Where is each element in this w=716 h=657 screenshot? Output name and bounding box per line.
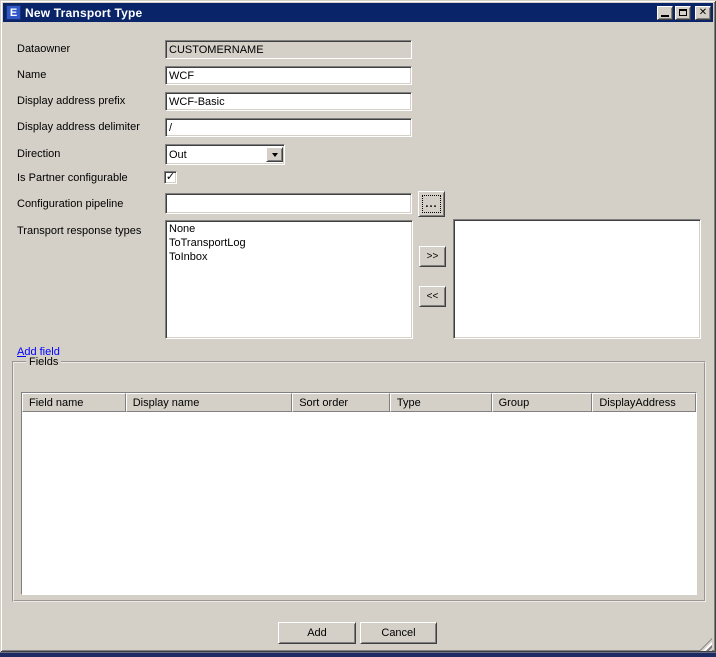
display-address-prefix-field[interactable] xyxy=(165,92,412,111)
dataowner-label: Dataowner xyxy=(17,43,70,55)
name-label: Name xyxy=(17,69,46,81)
maximize-button[interactable] xyxy=(675,6,691,20)
column-header-display-address[interactable]: DisplayAddress xyxy=(592,393,696,412)
move-right-button[interactable]: >> xyxy=(419,246,446,267)
fields-groupbox-title: Fields xyxy=(26,356,61,368)
is-partner-configurable-checkbox[interactable]: ✓ xyxy=(164,171,177,184)
transport-response-types-label: Transport response types xyxy=(17,225,141,237)
display-address-prefix-label: Display address prefix xyxy=(17,95,125,107)
configuration-pipeline-label: Configuration pipeline xyxy=(17,198,123,210)
column-header-sort-order[interactable]: Sort order xyxy=(292,393,390,412)
configuration-pipeline-field[interactable] xyxy=(165,193,412,214)
direction-label: Direction xyxy=(17,148,60,160)
fields-table-body[interactable] xyxy=(22,412,696,594)
desktop-background-strip xyxy=(0,652,716,657)
resize-grip-icon[interactable] xyxy=(699,638,712,651)
display-address-delimiter-field[interactable] xyxy=(165,118,412,137)
dropdown-arrow-icon xyxy=(272,153,278,157)
column-header-field-name[interactable]: Field name xyxy=(22,393,126,412)
transport-response-types-available-listbox[interactable]: None ToTransportLog ToInbox xyxy=(165,220,413,339)
fields-table-header: Field name Display name Sort order Type … xyxy=(22,393,696,412)
list-item[interactable]: ToInbox xyxy=(166,250,412,264)
new-transport-type-dialog: E New Transport Type ✕ Dataowner Name Di… xyxy=(0,0,716,652)
minimize-icon xyxy=(661,15,669,17)
direction-selected-value: Out xyxy=(166,149,266,161)
move-left-button[interactable]: << xyxy=(419,286,446,307)
configuration-pipeline-browse-button[interactable]: ... xyxy=(418,191,445,217)
app-icon: E xyxy=(6,5,21,20)
close-button[interactable]: ✕ xyxy=(695,6,711,20)
add-button[interactable]: Add xyxy=(278,622,356,644)
cancel-button[interactable]: Cancel xyxy=(360,622,437,644)
display-address-delimiter-label: Display address delimiter xyxy=(17,121,140,133)
list-item[interactable]: None xyxy=(166,222,412,236)
name-field[interactable] xyxy=(165,66,412,85)
check-icon: ✓ xyxy=(166,172,175,183)
ellipsis-icon: ... xyxy=(425,198,437,210)
maximize-icon xyxy=(679,9,687,16)
fields-groupbox: Fields Field name Display name Sort orde… xyxy=(12,361,706,602)
column-header-type[interactable]: Type xyxy=(390,393,492,412)
move-right-label: >> xyxy=(427,251,439,262)
column-header-display-name[interactable]: Display name xyxy=(126,393,293,412)
transport-response-types-selected-listbox[interactable] xyxy=(453,219,701,339)
dataowner-field xyxy=(165,40,412,59)
fields-table[interactable]: Field name Display name Sort order Type … xyxy=(21,392,697,595)
window-title: New Transport Type xyxy=(25,6,142,20)
move-left-label: << xyxy=(427,291,439,302)
column-header-group[interactable]: Group xyxy=(492,393,593,412)
titlebar[interactable]: E New Transport Type ✕ xyxy=(3,3,713,22)
minimize-button[interactable] xyxy=(657,6,673,20)
direction-select[interactable]: Out xyxy=(165,144,285,165)
direction-dropdown-button[interactable] xyxy=(266,147,283,162)
list-item[interactable]: ToTransportLog xyxy=(166,236,412,250)
is-partner-configurable-label: Is Partner configurable xyxy=(17,172,128,184)
close-icon: ✕ xyxy=(699,8,707,18)
